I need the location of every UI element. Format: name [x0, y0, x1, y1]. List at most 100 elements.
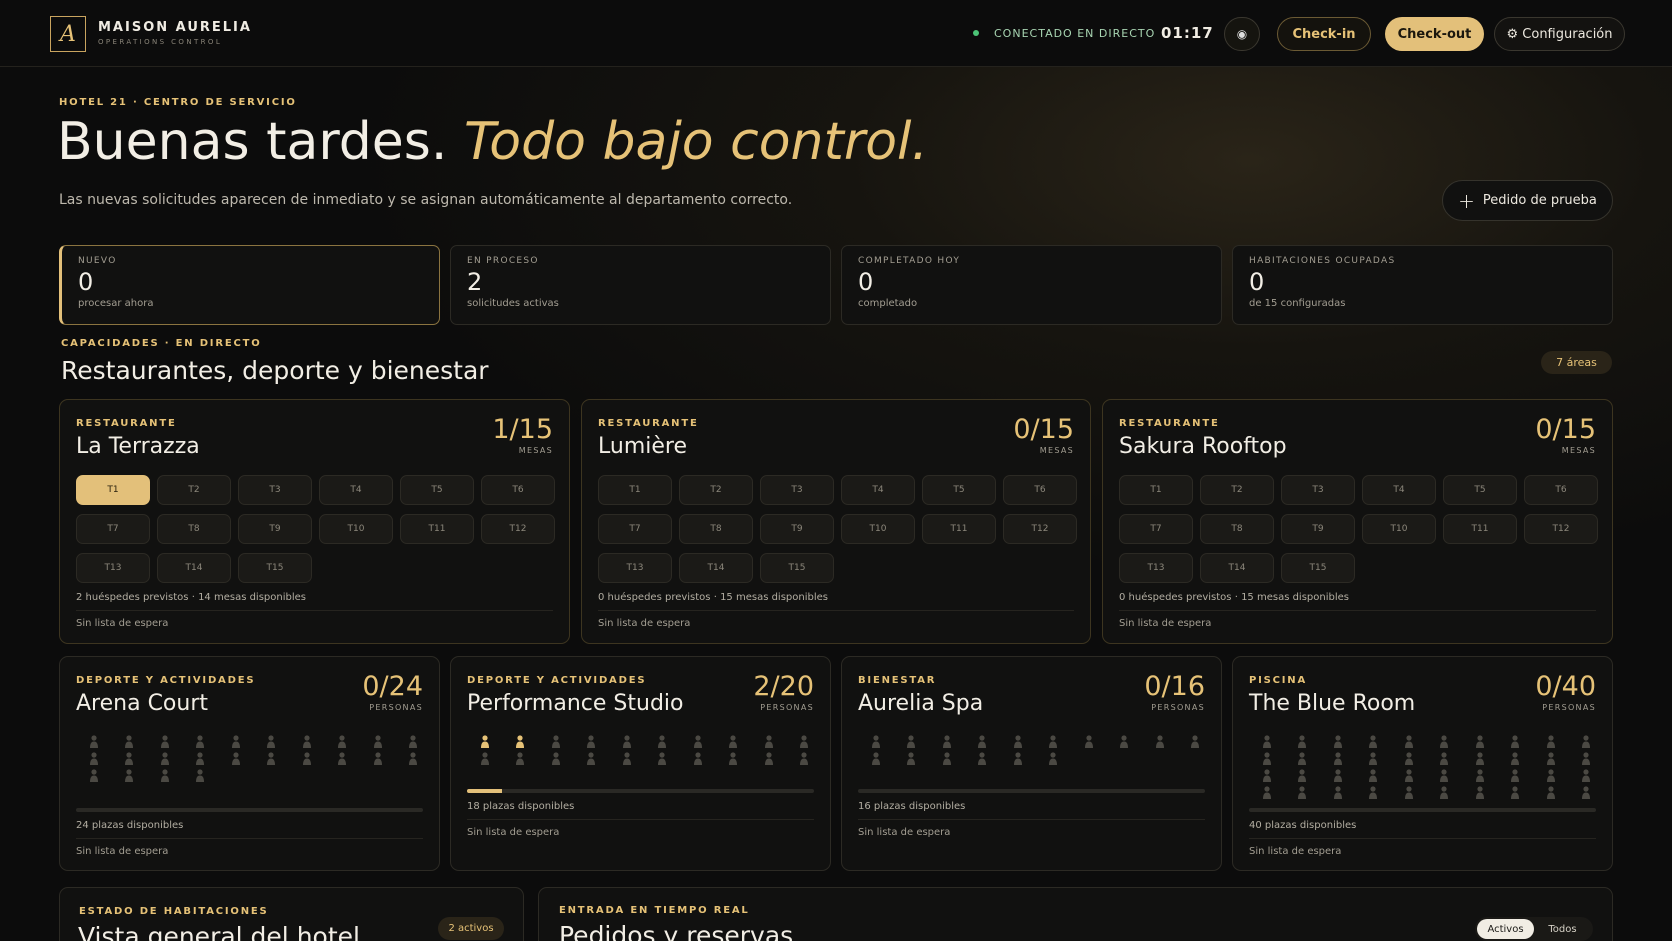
person-icon [1320, 769, 1356, 783]
table-t3[interactable]: T3 [238, 475, 312, 505]
table-t13[interactable]: T13 [76, 553, 150, 583]
person-icon [147, 735, 183, 749]
person-icon [147, 769, 183, 783]
person-icon [254, 752, 290, 766]
table-t1[interactable]: T1 [76, 475, 150, 505]
filter-active-button[interactable]: Activos [1477, 919, 1534, 939]
table-t7[interactable]: T7 [76, 514, 150, 544]
checkout-button[interactable]: Check-out [1385, 17, 1484, 51]
table-t6[interactable]: T6 [1524, 475, 1598, 505]
table-t12[interactable]: T12 [1003, 514, 1077, 544]
settings-button[interactable]: ⚙ Configuración [1494, 17, 1625, 51]
person-icon [467, 752, 503, 766]
card-type: DEPORTE Y ACTIVIDADES [76, 675, 256, 686]
table-t3[interactable]: T3 [1281, 475, 1355, 505]
table-t15[interactable]: T15 [238, 553, 312, 583]
area-card-aurelia-spa[interactable]: BIENESTAR Aurelia Spa 0/16 PERSONAS 16 p… [841, 656, 1222, 871]
stat-note: solicitudes activas [467, 298, 559, 309]
stat-card-completed[interactable]: COMPLETADO HOY 0 completado [841, 245, 1222, 325]
table-t13[interactable]: T13 [598, 553, 672, 583]
person-icon [1427, 752, 1463, 766]
card-meta: 0 huéspedes previstos · 15 mesas disponi… [598, 592, 828, 603]
top-bar: A MAISON AURELIA OPERATIONS CONTROL CONE… [0, 0, 1672, 67]
card-unit: MESAS [518, 446, 553, 455]
table-t5[interactable]: T5 [1443, 475, 1517, 505]
table-t2[interactable]: T2 [1200, 475, 1274, 505]
table-t4[interactable]: T4 [841, 475, 915, 505]
person-icon [1285, 786, 1321, 800]
person-icon [76, 769, 112, 783]
table-t6[interactable]: T6 [481, 475, 555, 505]
card-name: Performance Studio [467, 691, 684, 716]
table-t8[interactable]: T8 [679, 514, 753, 544]
card-unit: PERSONAS [369, 703, 423, 712]
person-icon [1533, 769, 1569, 783]
person-icon [112, 769, 148, 783]
table-t4[interactable]: T4 [1362, 475, 1436, 505]
area-card-performance-studio[interactable]: DEPORTE Y ACTIVIDADES Performance Studio… [450, 656, 831, 871]
person-icon [112, 752, 148, 766]
orders-panel-title: Pedidos y reservas [559, 921, 794, 941]
table-t12[interactable]: T12 [1524, 514, 1598, 544]
table-t5[interactable]: T5 [400, 475, 474, 505]
table-t10[interactable]: T10 [319, 514, 393, 544]
table-t15[interactable]: T15 [760, 553, 834, 583]
card-meta: 0 huéspedes previstos · 15 mesas disponi… [1119, 592, 1349, 603]
spots-available: 18 plazas disponibles [467, 801, 575, 812]
stat-card-in-progress[interactable]: EN PROCESO 2 solicitudes activas [450, 245, 831, 325]
restaurant-card-lumiere[interactable]: RESTAURANTE Lumière 0/15 MESAS T1 T2 T3 T4 T… [581, 399, 1091, 644]
table-t9[interactable]: T9 [238, 514, 312, 544]
table-t2[interactable]: T2 [679, 475, 753, 505]
person-icon [1569, 769, 1605, 783]
filter-all-button[interactable]: Todos [1534, 919, 1591, 939]
stat-card-occupied-rooms[interactable]: HABITACIONES OCUPADAS 0 de 15 configurad… [1232, 245, 1613, 325]
theme-toggle-button[interactable]: ◉ [1224, 17, 1260, 51]
table-t11[interactable]: T11 [400, 514, 474, 544]
table-t9[interactable]: T9 [760, 514, 834, 544]
stat-card-new[interactable]: NUEVO 0 procesar ahora [59, 245, 440, 325]
table-t8[interactable]: T8 [1200, 514, 1274, 544]
card-name: Lumière [598, 434, 687, 459]
area-card-the-blue-room[interactable]: PISCINA The Blue Room 0/40 PERSONAS 40 p… [1232, 656, 1613, 871]
table-t10[interactable]: T10 [841, 514, 915, 544]
table-t4[interactable]: T4 [319, 475, 393, 505]
stat-value: 0 [858, 268, 874, 296]
table-t3[interactable]: T3 [760, 475, 834, 505]
table-t1[interactable]: T1 [1119, 475, 1193, 505]
restaurant-card-la-terrazza[interactable]: RESTAURANTE La Terrazza 1/15 MESAS T1 T2 T… [59, 399, 570, 644]
orders-panel-eyebrow: ENTRADA EN TIEMPO REAL [559, 905, 750, 916]
person-icon [147, 752, 183, 766]
table-t12[interactable]: T12 [481, 514, 555, 544]
table-t10[interactable]: T10 [1362, 514, 1436, 544]
table-t15[interactable]: T15 [1281, 553, 1355, 583]
restaurant-card-sakura-rooftop[interactable]: RESTAURANTE Sakura Rooftop 0/15 MESAS T1… [1102, 399, 1613, 644]
divider [1249, 838, 1596, 839]
occupancy-bar [1249, 808, 1596, 812]
table-t5[interactable]: T5 [922, 475, 996, 505]
table-t11[interactable]: T11 [922, 514, 996, 544]
table-t1[interactable]: T1 [598, 475, 672, 505]
table-t6[interactable]: T6 [1003, 475, 1077, 505]
checkin-button[interactable]: Check-in [1277, 17, 1371, 51]
table-t8[interactable]: T8 [157, 514, 231, 544]
waitlist-status: Sin lista de espera [467, 827, 560, 838]
table-t14[interactable]: T14 [1200, 553, 1274, 583]
test-order-button[interactable]: + Pedido de prueba [1442, 180, 1613, 221]
person-icon [1391, 752, 1427, 766]
table-t14[interactable]: T14 [679, 553, 753, 583]
hotel-eyebrow: HOTEL 21 · CENTRO DE SERVICIO [59, 97, 297, 108]
area-card-arena-court[interactable]: DEPORTE Y ACTIVIDADES Arena Court 0/24 P… [59, 656, 440, 871]
table-t9[interactable]: T9 [1281, 514, 1355, 544]
table-t2[interactable]: T2 [157, 475, 231, 505]
table-t11[interactable]: T11 [1443, 514, 1517, 544]
person-icon [503, 735, 539, 749]
person-icon [1249, 769, 1285, 783]
table-t14[interactable]: T14 [157, 553, 231, 583]
card-type: BIENESTAR [858, 675, 937, 686]
table-t7[interactable]: T7 [598, 514, 672, 544]
tables-available: 14 mesas disponibles [198, 592, 306, 603]
person-icon [467, 735, 503, 749]
card-type: DEPORTE Y ACTIVIDADES [467, 675, 647, 686]
table-t13[interactable]: T13 [1119, 553, 1193, 583]
table-t7[interactable]: T7 [1119, 514, 1193, 544]
